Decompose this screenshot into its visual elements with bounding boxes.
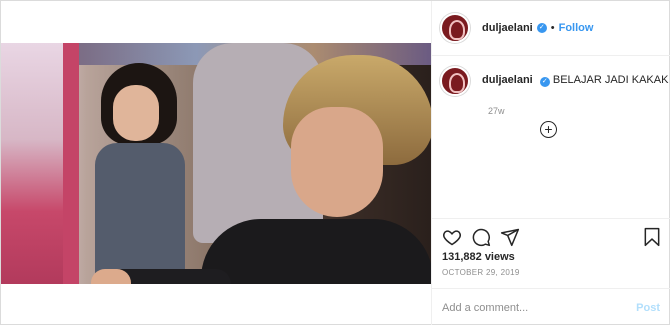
caption-timestamp[interactable]: 27w [488,106,670,116]
separator-dot: • [550,22,555,34]
caption-body: BELAJAR JADI KAKAK [552,74,669,86]
caption-avatar[interactable] [440,66,470,96]
verified-badge-icon: ✓ [539,77,550,87]
plus-circle-icon[interactable]: + [540,121,557,138]
action-bar [431,218,670,254]
verified-badge-icon: ✓ [536,23,547,33]
caption-username[interactable]: duljaelani [482,74,533,86]
boy-body [201,219,431,284]
follow-button[interactable]: Follow [559,22,594,34]
instagram-post: duljaelani ✓ • Follow duljaelani ✓ BELAJ… [0,0,670,325]
heart-icon[interactable] [442,227,462,247]
girl-figure [95,63,185,284]
comment-bar: Post [431,288,670,325]
share-icon[interactable] [500,227,520,247]
claw-machine [1,43,79,284]
boy-face [291,107,383,217]
post-caption: duljaelani ✓ BELAJAR JADI KAKAK 27w [431,57,670,116]
caption-text: duljaelani ✓ BELAJAR JADI KAKAK [482,74,668,87]
post-header: duljaelani ✓ • Follow [431,1,670,56]
boy-hand [91,269,131,284]
post-comment-button[interactable]: Post [636,302,660,314]
avatar[interactable] [440,13,470,43]
view-count[interactable]: 131,882 views [442,251,515,263]
bookmark-icon[interactable] [642,227,662,247]
comment-icon[interactable] [471,227,491,247]
post-date[interactable]: OCTOBER 29, 2019 [442,268,520,277]
comment-input[interactable] [442,301,637,314]
username-link[interactable]: duljaelani [482,22,533,34]
post-video[interactable] [1,43,431,284]
